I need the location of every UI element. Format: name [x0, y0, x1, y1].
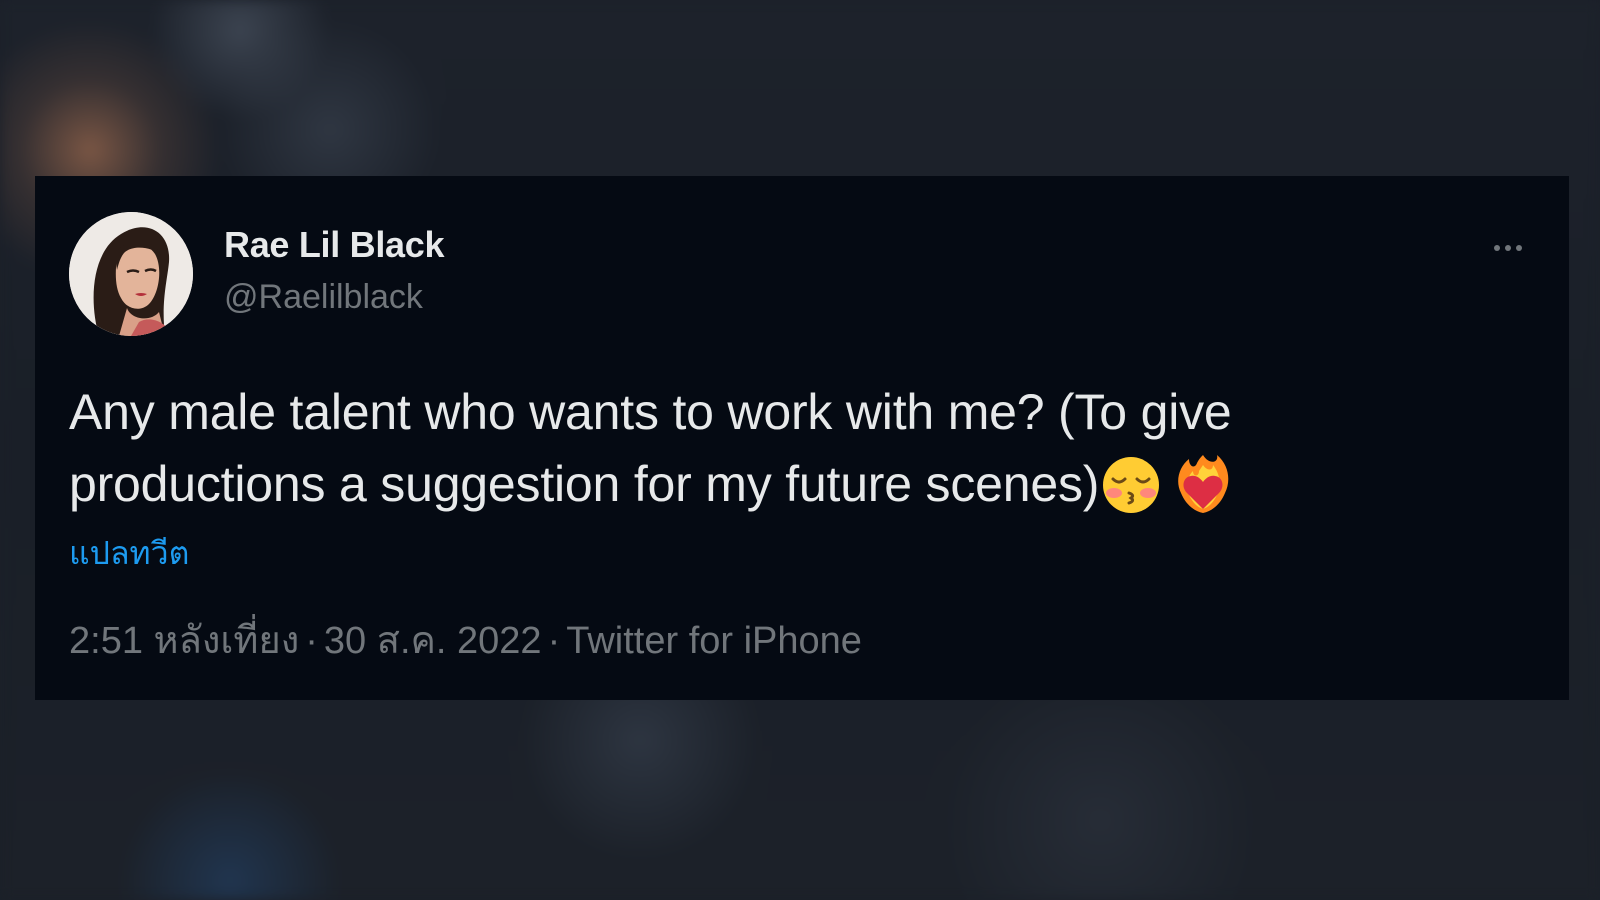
heart-on-fire-icon — [1178, 455, 1229, 513]
tweet-source[interactable]: Twitter for iPhone — [566, 620, 862, 662]
translate-tweet-link[interactable]: แปลทวีต — [69, 528, 189, 579]
tweet-body: Any male talent who wants to work with m… — [69, 384, 1232, 512]
profile-photo-icon — [69, 212, 193, 336]
tweet-time[interactable]: 2:51 หลังเที่ยง — [69, 620, 299, 662]
meta-separator: · — [305, 620, 318, 662]
tweet-card: Rae Lil Black @Raelilblack Any male tale… — [35, 176, 1569, 700]
more-options-button[interactable] — [1486, 234, 1530, 262]
author-name[interactable]: Rae Lil Black — [224, 224, 445, 266]
more-horizontal-icon-dot — [1505, 245, 1511, 251]
kissing-face-icon — [1103, 457, 1160, 513]
tweet-date[interactable]: 30 ส.ค. 2022 — [324, 620, 542, 662]
avatar[interactable] — [69, 212, 193, 336]
more-horizontal-icon-dot — [1516, 245, 1522, 251]
tweet-text: Any male talent who wants to work with m… — [69, 376, 1489, 520]
author-handle[interactable]: @Raelilblack — [224, 278, 423, 317]
more-horizontal-icon-dot — [1494, 245, 1500, 251]
meta-separator: · — [547, 620, 561, 662]
tweet-metadata: 2:51 หลังเที่ยง · 30 ส.ค. 2022 · Twitter for… — [69, 609, 862, 670]
